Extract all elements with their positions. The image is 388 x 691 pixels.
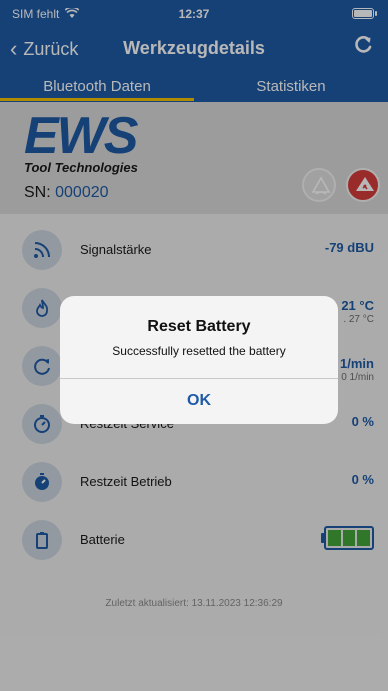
dialog-title: Reset Battery (147, 318, 251, 335)
dialog-message: Successfully resetted the battery (112, 344, 286, 358)
ok-button[interactable]: OK (60, 378, 338, 424)
reset-battery-dialog: Reset Battery Successfully resetted the … (60, 296, 338, 424)
